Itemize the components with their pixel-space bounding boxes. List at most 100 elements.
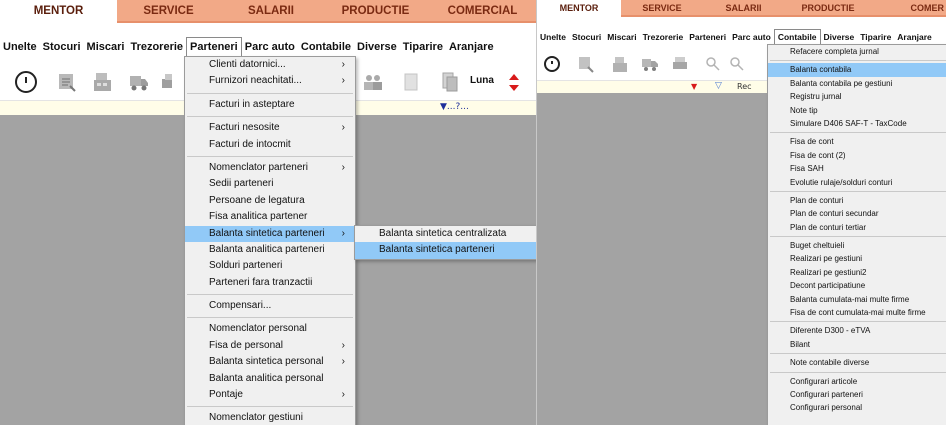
menu-item-label: Simulare D406 SAF-T - TaxCode xyxy=(790,118,907,128)
menu-item-balanta-sintetica-centralizata[interactable]: Balanta sintetica centralizata xyxy=(355,226,536,242)
menu-item-persoane-de-legatura[interactable]: Persoane de legatura xyxy=(185,193,355,209)
menu-item-note-contabile-diverse[interactable]: Note contabile diverse xyxy=(768,356,946,369)
menu-item-configurari-parteneri[interactable]: Configurari parteneri xyxy=(768,388,946,401)
menu-item-label: Fisa analitica partener xyxy=(209,211,308,223)
tab-mentor[interactable]: MENTOR xyxy=(0,0,117,23)
menu-item-facturi-in-asteptare[interactable]: Facturi in asteptare xyxy=(185,97,355,113)
cash-register-button[interactable] xyxy=(92,71,114,93)
menu-item-fisa-de-personal[interactable]: Fisa de personal › xyxy=(185,338,355,354)
menu-item-nomenclator-personal[interactable]: Nomenclator personal xyxy=(185,321,355,337)
clock-button[interactable] xyxy=(543,55,561,73)
menu-item-fisa-de-cont-cumulata-mai-multe-firme[interactable]: Fisa de cont cumulata-mai multe firme xyxy=(768,306,946,319)
menu-item-balanta-contabila[interactable]: Balanta contabila xyxy=(768,63,946,77)
zoom-button[interactable] xyxy=(729,56,745,72)
menu-item-plan-de-conturi-secundar[interactable]: Plan de conturi secundar xyxy=(768,207,946,220)
tab-service[interactable]: SERVICE xyxy=(117,0,220,23)
menu-item-diferente-d300-etva[interactable]: Diferente D300 - eTVA xyxy=(768,324,946,337)
menu-item-plan-de-conturi-tertiar[interactable]: Plan de conturi tertiar xyxy=(768,221,946,234)
tab-comercial[interactable]: COMER xyxy=(872,0,946,17)
menu-tiparire[interactable]: Tiparire xyxy=(857,29,894,45)
filter-dropdown[interactable]: ▼...?... xyxy=(440,101,469,114)
menu-item-parteneri-fara-tranzactii[interactable]: Parteneri fara tranzactii xyxy=(185,275,355,291)
menu-item-decont-participatiune[interactable]: Decont participatiune xyxy=(768,279,946,292)
tab-productie[interactable]: PRODUCTIE xyxy=(784,0,872,17)
tab-comercial[interactable]: COMERCIAL xyxy=(429,0,536,23)
menu-miscari[interactable]: Miscari xyxy=(84,37,128,57)
printer-button[interactable] xyxy=(671,55,689,73)
menu-parc-auto[interactable]: Parc auto xyxy=(729,29,774,45)
menu-item-facturi-de-intocmit[interactable]: Facturi de intocmit xyxy=(185,137,355,153)
menu-item-nomenclator-parteneri[interactable]: Nomenclator parteneri › xyxy=(185,160,355,176)
menu-item-pontaje[interactable]: Pontaje › xyxy=(185,387,355,403)
menu-contabile[interactable]: Contabile xyxy=(773,29,821,45)
menu-aranjare[interactable]: Aranjare xyxy=(446,37,497,57)
tab-salarii[interactable]: SALARII xyxy=(220,0,322,23)
truck-button[interactable] xyxy=(641,55,659,73)
menu-item-balanta-analitica-personal[interactable]: Balanta analitica personal xyxy=(185,371,355,387)
menu-item-balanta-sintetica-parteneri[interactable]: Balanta sintetica parteneri xyxy=(355,242,536,259)
truck-button[interactable] xyxy=(128,71,150,93)
menu-item-clienti-datornici[interactable]: Clienti datornici... › xyxy=(185,57,355,73)
menu-item-label: Solduri parteneri xyxy=(209,260,283,272)
menu-tiparire[interactable]: Tiparire xyxy=(400,37,446,57)
luna-stepper[interactable] xyxy=(507,71,521,95)
search-button[interactable] xyxy=(705,56,721,72)
red-dropdown-arrow-icon[interactable]: ▼ xyxy=(691,82,697,91)
menu-diverse[interactable]: Diverse xyxy=(821,29,858,45)
menu-item-realizari-pe-gestiuni2[interactable]: Realizari pe gestiuni2 xyxy=(768,266,946,279)
document-button[interactable] xyxy=(402,72,420,92)
menu-item-balanta-contabila-pe-gestiuni[interactable]: Balanta contabila pe gestiuni xyxy=(768,77,946,90)
menu-item-sedii-parteneri[interactable]: Sedii parteneri xyxy=(185,176,355,192)
blue-dropdown-arrow-icon[interactable]: ▽ xyxy=(715,81,722,91)
menu-stocuri[interactable]: Stocuri xyxy=(569,29,604,45)
menu-item-refacere-completa-jurnal[interactable]: Refacere completa jurnal xyxy=(768,45,946,58)
menu-item-balanta-sintetica-personal[interactable]: Balanta sintetica personal › xyxy=(185,354,355,370)
menu-unelte[interactable]: Unelte xyxy=(0,37,40,57)
menu-parteneri[interactable]: Parteneri xyxy=(186,37,242,57)
tab-productie[interactable]: PRODUCTIE xyxy=(322,0,429,23)
menu-unelte[interactable]: Unelte xyxy=(537,29,569,45)
menu-item-facturi-nesosite[interactable]: Facturi nesosite › xyxy=(185,120,355,136)
menu-item-fisa-sah[interactable]: Fisa SAH xyxy=(768,162,946,175)
menu-item-fisa-de-cont[interactable]: Fisa de cont xyxy=(768,135,946,148)
menu-item-solduri-parteneri[interactable]: Solduri parteneri xyxy=(185,258,355,274)
menu-parteneri[interactable]: Parteneri xyxy=(686,29,729,45)
menu-item-bilant[interactable]: Bilant xyxy=(768,338,946,351)
tab-service[interactable]: SERVICE xyxy=(621,0,703,17)
menu-item-balanta-cumulata-mai-multe-firme[interactable]: Balanta cumulata-mai multe firme xyxy=(768,293,946,306)
printer-button[interactable] xyxy=(160,71,172,93)
menu-item-balanta-sintetica-parteneri[interactable]: Balanta sintetica parteneri › xyxy=(185,225,355,242)
menu-item-furnizori-neachitati[interactable]: Furnizori neachitati... › xyxy=(185,73,355,89)
menu-item-fisa-analitica-partener[interactable]: Fisa analitica partener xyxy=(185,209,355,225)
menu-item-realizari-pe-gestiuni[interactable]: Realizari pe gestiuni xyxy=(768,252,946,265)
users-button[interactable] xyxy=(362,71,384,93)
menu-item-configurari-articole[interactable]: Configurari articole xyxy=(768,375,946,388)
menu-item-buget-cheltuieli[interactable]: Buget cheltuieli xyxy=(768,239,946,252)
menu-aranjare[interactable]: Aranjare xyxy=(894,29,935,45)
menu-item-fisa-de-cont-2[interactable]: Fisa de cont (2) xyxy=(768,149,946,162)
menu-item-note-tip[interactable]: Note tip xyxy=(768,104,946,117)
clock-button[interactable] xyxy=(14,70,38,94)
menu-parc-auto[interactable]: Parc auto xyxy=(242,37,298,57)
menu-trezorerie[interactable]: Trezorerie xyxy=(127,37,186,57)
menu-stocuri[interactable]: Stocuri xyxy=(40,37,84,57)
menu-item-registru-jurnal[interactable]: Registru jurnal xyxy=(768,90,946,103)
menu-item-compensari[interactable]: Compensari... xyxy=(185,298,355,314)
cash-register-button[interactable] xyxy=(611,55,629,73)
menu-item-nomenclator-gestiuni[interactable]: Nomenclator gestiuni xyxy=(185,410,355,425)
submenu-arrow-icon: › xyxy=(341,356,345,368)
menu-trezorerie[interactable]: Trezorerie xyxy=(640,29,687,45)
menu-miscari[interactable]: Miscari xyxy=(604,29,639,45)
menu-item-plan-de-conturi[interactable]: Plan de conturi xyxy=(768,194,946,207)
tab-mentor[interactable]: MENTOR xyxy=(537,0,621,17)
menu-item-configurari-personal[interactable]: Configurari personal xyxy=(768,401,946,414)
menu-diverse[interactable]: Diverse xyxy=(354,37,400,57)
document-stamp-button[interactable] xyxy=(577,55,595,73)
menu-contabile[interactable]: Contabile xyxy=(298,37,354,57)
copy-button[interactable] xyxy=(440,71,460,93)
menu-item-simulare-d406-saf-t-taxcode[interactable]: Simulare D406 SAF-T - TaxCode xyxy=(768,117,946,130)
tab-salarii[interactable]: SALARII xyxy=(703,0,784,17)
menu-item-balanta-analitica-parteneri[interactable]: Balanta analitica parteneri xyxy=(185,242,355,258)
document-stamp-button[interactable] xyxy=(56,71,78,93)
menu-item-evolutie-rulaje-solduri-conturi[interactable]: Evolutie rulaje/solduri conturi xyxy=(768,176,946,189)
